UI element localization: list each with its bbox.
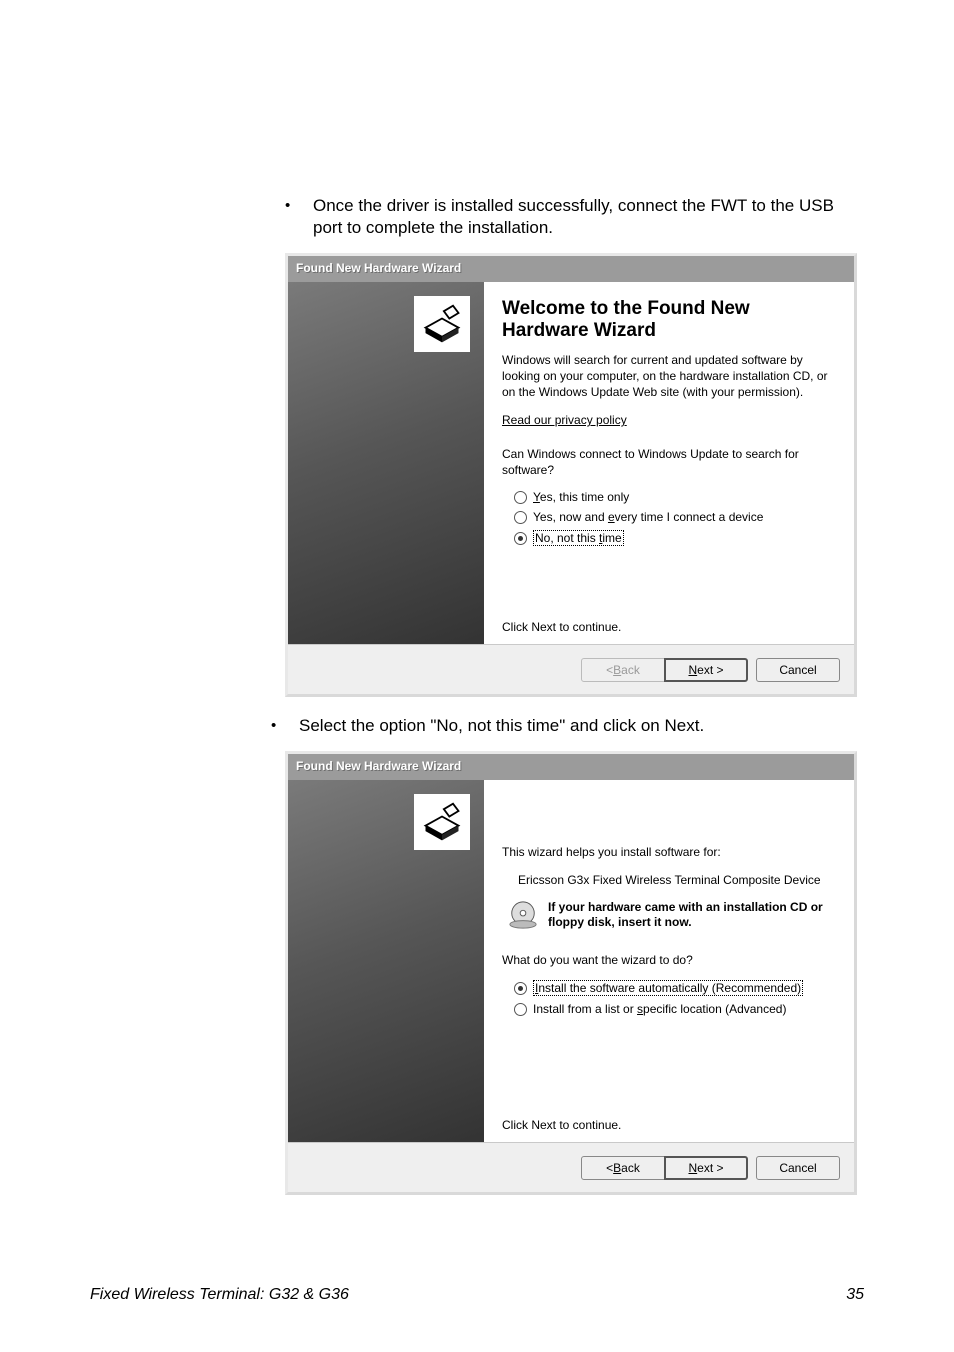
instruction-text: Once the driver is installed successfull… bbox=[313, 195, 864, 239]
page-number: 35 bbox=[846, 1286, 864, 1304]
instruction-text: Select the option "No, not this time" an… bbox=[299, 715, 704, 737]
wizard-intro-text: Windows will search for current and upda… bbox=[502, 352, 840, 400]
bullet-icon: • bbox=[271, 715, 299, 737]
window-titlebar[interactable]: Found New Hardware Wizard bbox=[288, 754, 854, 780]
found-new-hardware-wizard-1: Found New Hardware Wizard Welcome to the… bbox=[285, 253, 857, 697]
back-button[interactable]: < Back bbox=[581, 1156, 665, 1180]
cancel-button[interactable]: Cancel bbox=[756, 658, 840, 682]
wizard-question: Can Windows connect to Windows Update to… bbox=[502, 446, 840, 478]
cd-icon bbox=[508, 900, 538, 930]
radio-install-auto[interactable]: Install the software automatically (Reco… bbox=[514, 980, 840, 996]
device-icon bbox=[414, 296, 470, 352]
radio-install-specific[interactable]: Install from a list or specific location… bbox=[514, 1002, 840, 1016]
next-button[interactable]: Next > bbox=[664, 1156, 748, 1180]
radio-yes-every-time[interactable]: Yes, now and every time I connect a devi… bbox=[514, 510, 840, 524]
found-new-hardware-wizard-2: Found New Hardware Wizard This wizard he… bbox=[285, 751, 857, 1195]
wizard-sidebar-image bbox=[288, 780, 484, 1142]
wizard-sidebar-image bbox=[288, 282, 484, 644]
click-next-text: Click Next to continue. bbox=[502, 620, 621, 634]
radio-yes-this-time[interactable]: Yes, this time only bbox=[514, 490, 840, 504]
cd-hint-text: If your hardware came with an installati… bbox=[548, 900, 840, 930]
wizard-heading: Welcome to the Found New Hardware Wizard bbox=[502, 298, 840, 342]
device-icon bbox=[414, 794, 470, 850]
next-button[interactable]: Next > bbox=[664, 658, 748, 682]
back-button: < Back bbox=[581, 658, 665, 682]
footer-title: Fixed Wireless Terminal: G32 & G36 bbox=[90, 1286, 349, 1304]
privacy-policy-link[interactable]: Read our privacy policy bbox=[502, 413, 627, 427]
radio-no-not-this-time[interactable]: No, not this time bbox=[514, 530, 840, 546]
cancel-button[interactable]: Cancel bbox=[756, 1156, 840, 1180]
bullet-icon: • bbox=[285, 195, 313, 239]
window-titlebar[interactable]: Found New Hardware Wizard bbox=[288, 256, 854, 282]
device-name-text: Ericsson G3x Fixed Wireless Terminal Com… bbox=[518, 872, 840, 888]
wizard-helps-text: This wizard helps you install software f… bbox=[502, 844, 840, 860]
wizard-question: What do you want the wizard to do? bbox=[502, 952, 840, 968]
click-next-text: Click Next to continue. bbox=[502, 1118, 621, 1132]
